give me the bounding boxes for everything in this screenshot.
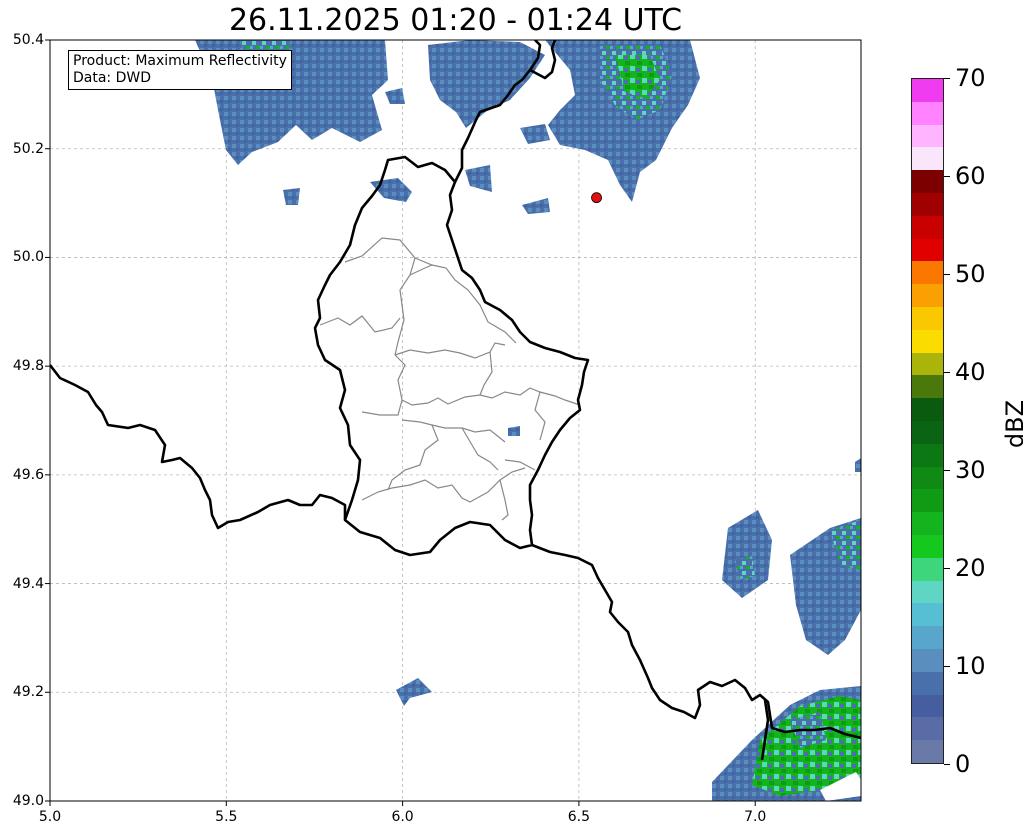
y-tick-label: 50.4 bbox=[12, 32, 44, 48]
data-source-label: Data: DWD bbox=[73, 70, 151, 86]
colorbar-segment bbox=[912, 466, 943, 490]
colorbar-segment bbox=[912, 307, 943, 330]
map-frame bbox=[49, 39, 862, 802]
colorbar-tick bbox=[944, 666, 950, 667]
colorbar-segment bbox=[912, 352, 943, 376]
colorbar-segment bbox=[912, 284, 943, 308]
radar-echoes bbox=[195, 40, 861, 801]
info-box: Product: Maximum Reflectivity Data: DWD bbox=[68, 50, 292, 90]
colorbar-unit-label: dBZ bbox=[1001, 399, 1023, 449]
colorbar-tick bbox=[944, 274, 950, 275]
colorbar-segment bbox=[912, 694, 943, 718]
colorbar-tick-label: 70 bbox=[955, 64, 986, 92]
product-label: Product: Maximum Reflectivity bbox=[73, 53, 287, 69]
colorbar-segment bbox=[912, 329, 943, 353]
x-tick-label: 5.0 bbox=[38, 809, 62, 825]
precip-area-small-7 bbox=[508, 426, 520, 436]
colorbar-segment bbox=[912, 443, 943, 467]
colorbar-tick-label: 30 bbox=[955, 456, 986, 484]
colorbar-segment bbox=[912, 671, 943, 695]
x-tick-label: 5.5 bbox=[215, 809, 238, 825]
colorbar-segment bbox=[912, 147, 943, 171]
precip-area-small-6 bbox=[465, 165, 492, 192]
y-tick-label: 50.2 bbox=[12, 140, 44, 157]
precip-area-east-3 bbox=[855, 458, 861, 472]
precip-area-small-5 bbox=[522, 198, 550, 214]
colorbar-segment bbox=[912, 398, 943, 422]
colorbar-segment bbox=[912, 101, 943, 125]
colorbar-segment bbox=[912, 79, 943, 102]
colorbar-segment bbox=[912, 580, 943, 604]
colorbar-tick-label: 60 bbox=[955, 162, 986, 190]
x-tick-label: 7.0 bbox=[744, 809, 767, 825]
colorbar bbox=[911, 78, 944, 764]
radar-map bbox=[45, 39, 862, 806]
y-tick-label: 49.4 bbox=[12, 575, 44, 592]
colorbar-segment bbox=[912, 557, 943, 581]
x-tick-label: 6.0 bbox=[391, 809, 414, 825]
colorbar-tick bbox=[944, 372, 950, 373]
y-tick-label: 49.8 bbox=[12, 358, 44, 375]
y-tick-label: 49.0 bbox=[12, 793, 44, 809]
colorbar-tick-label: 40 bbox=[955, 358, 986, 386]
luxembourg-border bbox=[313, 155, 590, 557]
colorbar-segment bbox=[912, 375, 943, 399]
map-grid bbox=[49, 39, 861, 802]
colorbar-tick-label: 50 bbox=[955, 260, 986, 288]
y-tick-label: 49.2 bbox=[12, 684, 44, 701]
colorbar-tick-label: 10 bbox=[955, 652, 986, 680]
border-southwest bbox=[50, 364, 347, 530]
colorbar-segment bbox=[912, 535, 943, 558]
colorbar-tick bbox=[944, 470, 950, 471]
colorbar-tick bbox=[944, 568, 950, 569]
location-marker bbox=[591, 192, 602, 204]
colorbar-tick-label: 20 bbox=[955, 554, 986, 582]
colorbar-segment bbox=[912, 512, 943, 536]
colorbar-segment bbox=[912, 603, 943, 627]
precip-area-north bbox=[428, 40, 545, 128]
y-tick-label: 49.6 bbox=[12, 466, 44, 483]
colorbar-segment bbox=[912, 193, 943, 216]
colorbar-segment bbox=[912, 717, 943, 741]
precip-area-small-4 bbox=[520, 124, 550, 144]
precip-area-east-1 bbox=[722, 510, 772, 598]
colorbar-segment bbox=[912, 421, 943, 444]
colorbar-tick bbox=[944, 78, 950, 79]
x-tick-label: 6.5 bbox=[567, 809, 591, 825]
country-borders bbox=[50, 40, 861, 761]
colorbar-segment bbox=[912, 489, 943, 513]
colorbar-segment bbox=[912, 649, 943, 672]
colorbar-segment bbox=[912, 124, 943, 148]
precip-area-small-8 bbox=[396, 678, 432, 706]
precip-area-small-3 bbox=[385, 88, 405, 104]
colorbar-tick-label: 0 bbox=[955, 750, 971, 778]
colorbar-tick bbox=[944, 764, 950, 765]
colorbar-segment bbox=[912, 740, 943, 763]
colorbar-segment bbox=[912, 238, 943, 262]
colorbar-segment bbox=[912, 261, 943, 285]
y-tick-label: 50.0 bbox=[12, 249, 44, 266]
colorbar-segment bbox=[912, 170, 943, 194]
precip-area-small-2 bbox=[283, 188, 300, 205]
colorbar-segment bbox=[912, 626, 943, 650]
colorbar-segment bbox=[912, 215, 943, 239]
colorbar-tick bbox=[944, 176, 950, 177]
